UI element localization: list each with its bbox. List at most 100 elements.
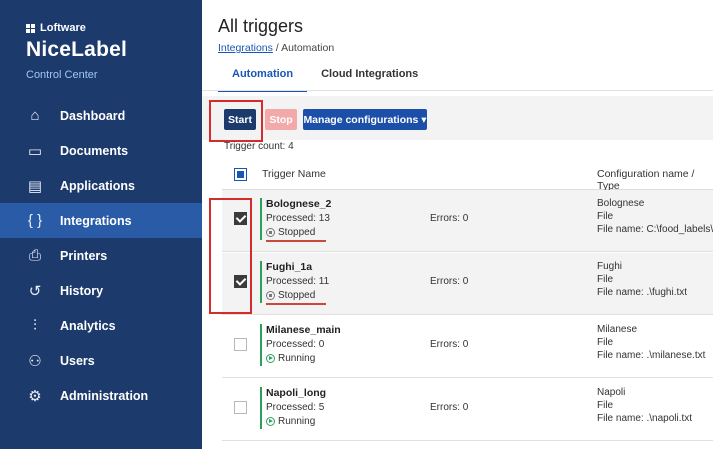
column-configuration[interactable]: Configuration name / Type: [597, 168, 713, 192]
status-bar: [260, 261, 262, 303]
trigger-name: Napoli_long: [266, 387, 327, 399]
tab-bar: Automation Cloud Integrations: [218, 64, 432, 92]
config-type: File: [597, 337, 614, 348]
config-name: Bolognese: [597, 198, 645, 209]
trigger-count: Trigger count: 4: [224, 141, 294, 152]
error-count: Errors: 0: [430, 213, 469, 224]
status-label: Running: [278, 353, 316, 364]
row-checkbox[interactable]: [234, 401, 247, 414]
config-type: File: [597, 211, 614, 222]
error-count: Errors: 0: [430, 339, 469, 350]
running-icon: [266, 417, 275, 426]
error-count: Errors: 0: [430, 276, 469, 287]
logo-icon: [26, 23, 35, 33]
brand-name: NiceLabel: [26, 38, 128, 61]
status-label: Stopped: [278, 290, 316, 301]
status-bar: [260, 387, 262, 429]
config-file: File name: .\milanese.txt: [597, 350, 706, 361]
start-highlight-box: [209, 100, 263, 142]
processed-count: Processed: 5: [266, 402, 325, 413]
config-file: File name: C:\food_labels\A: [597, 224, 713, 235]
sidebar-item-documents[interactable]: ▭ Documents: [0, 133, 202, 168]
sidebar-item-history[interactable]: ↺ History: [0, 273, 202, 308]
sidebar-item-label: Printers: [60, 248, 108, 263]
window-icon: ▤: [27, 177, 43, 195]
status-bar: [260, 324, 262, 366]
config-name: Napoli: [597, 387, 626, 398]
config-type: File: [597, 400, 614, 411]
home-icon: ⌂: [30, 107, 40, 124]
sidebar-item-integrations[interactable]: { } Integrations: [0, 203, 202, 238]
users-icon: ⚇: [28, 352, 42, 370]
tab-automation[interactable]: Automation: [218, 64, 308, 92]
breadcrumb: Integrations / Automation: [218, 42, 334, 54]
table-row[interactable]: Fughi_1a Processed: 11 Stopped Errors: 0…: [222, 253, 713, 315]
row-checkbox[interactable]: [234, 338, 247, 351]
sidebar-item-users[interactable]: ⚇ Users: [0, 343, 202, 378]
stopped-icon: [266, 291, 275, 300]
sidebar-item-label: Analytics: [60, 318, 116, 333]
breadcrumb-separator: /: [275, 42, 279, 54]
main-content: All triggers Integrations / Automation A…: [202, 0, 713, 449]
processed-count: Processed: 0: [266, 339, 325, 350]
sidebar-item-label: Administration: [60, 388, 149, 403]
trigger-status: Running: [266, 353, 315, 364]
column-trigger-name[interactable]: Trigger Name: [262, 168, 326, 180]
table-header: Trigger Name Configuration name / Type: [222, 158, 713, 192]
trigger-name: Milanese_main: [266, 324, 341, 336]
table-row[interactable]: Napoli_long Processed: 5 Running Errors:…: [222, 379, 713, 441]
trigger-name: Bolognese_2: [266, 198, 332, 210]
running-icon: [266, 354, 275, 363]
sidebar-item-label: Users: [60, 353, 95, 368]
status-underline: [266, 303, 326, 305]
config-file: File name: .\fughi.txt: [597, 287, 688, 298]
trigger-status: Stopped: [266, 290, 315, 301]
sidebar-item-administration[interactable]: ⚙ Administration: [0, 378, 202, 413]
trigger-name: Fughi_1a: [266, 261, 313, 273]
sidebar-item-applications[interactable]: ▤ Applications: [0, 168, 202, 203]
status-label: Stopped: [278, 227, 316, 238]
sidebar-item-label: Documents: [60, 143, 129, 158]
status-bar: [260, 198, 262, 240]
breadcrumb-current: Automation: [281, 42, 335, 54]
config-file: File name: .\napoli.txt: [597, 413, 693, 424]
history-icon: ↺: [28, 282, 42, 300]
tab-divider: [202, 90, 713, 91]
trigger-status: Running: [266, 416, 315, 427]
breadcrumb-link-integrations[interactable]: Integrations: [218, 42, 273, 54]
status-underline: [266, 240, 326, 242]
sidebar-item-analytics[interactable]: ⫶ Analytics: [0, 308, 202, 343]
sidebar-item-label: History: [60, 283, 104, 298]
config-type: File: [597, 274, 614, 285]
brand-top-label: Loftware: [40, 22, 86, 34]
manage-configurations-button[interactable]: Manage configurations ▾: [303, 109, 427, 130]
error-count: Errors: 0: [430, 402, 469, 413]
page-title: All triggers: [218, 16, 304, 36]
config-name: Fughi: [597, 261, 623, 272]
sidebar-item-label: Dashboard: [60, 108, 126, 123]
status-label: Running: [278, 416, 316, 427]
folder-icon: ▭: [27, 142, 43, 160]
processed-count: Processed: 11: [266, 276, 330, 287]
brand-subtitle: Control Center: [26, 69, 98, 81]
table-row[interactable]: Bolognese_2 Processed: 13 Stopped Errors…: [222, 190, 713, 252]
sidebar-item-label: Applications: [60, 178, 136, 193]
sidebar-item-dashboard[interactable]: ⌂ Dashboard: [0, 98, 202, 133]
table-row[interactable]: Milanese_main Processed: 0 Running Error…: [222, 316, 713, 378]
loftware-logo: Loftware: [26, 22, 86, 34]
sidebar-item-printers[interactable]: ⎙ Printers: [0, 238, 202, 273]
sidebar: Loftware NiceLabel Control Center ⌂ Dash…: [0, 0, 202, 449]
checkbox-highlight-box: [209, 198, 252, 314]
gear-icon: ⚙: [28, 387, 42, 405]
sidebar-item-label: Integrations: [60, 213, 132, 228]
config-name: Milanese: [597, 324, 638, 335]
stopped-icon: [266, 228, 275, 237]
tab-cloud-integrations[interactable]: Cloud Integrations: [307, 64, 432, 92]
trigger-status: Stopped: [266, 227, 315, 238]
printer-icon: ⎙: [28, 247, 41, 264]
analytics-icon: ⫶: [33, 317, 37, 334]
stop-button[interactable]: Stop: [265, 109, 297, 130]
sidebar-nav: ⌂ Dashboard ▭ Documents ▤ Applications {…: [0, 98, 202, 413]
braces-icon: { }: [27, 212, 43, 229]
select-all-checkbox[interactable]: [234, 168, 247, 181]
